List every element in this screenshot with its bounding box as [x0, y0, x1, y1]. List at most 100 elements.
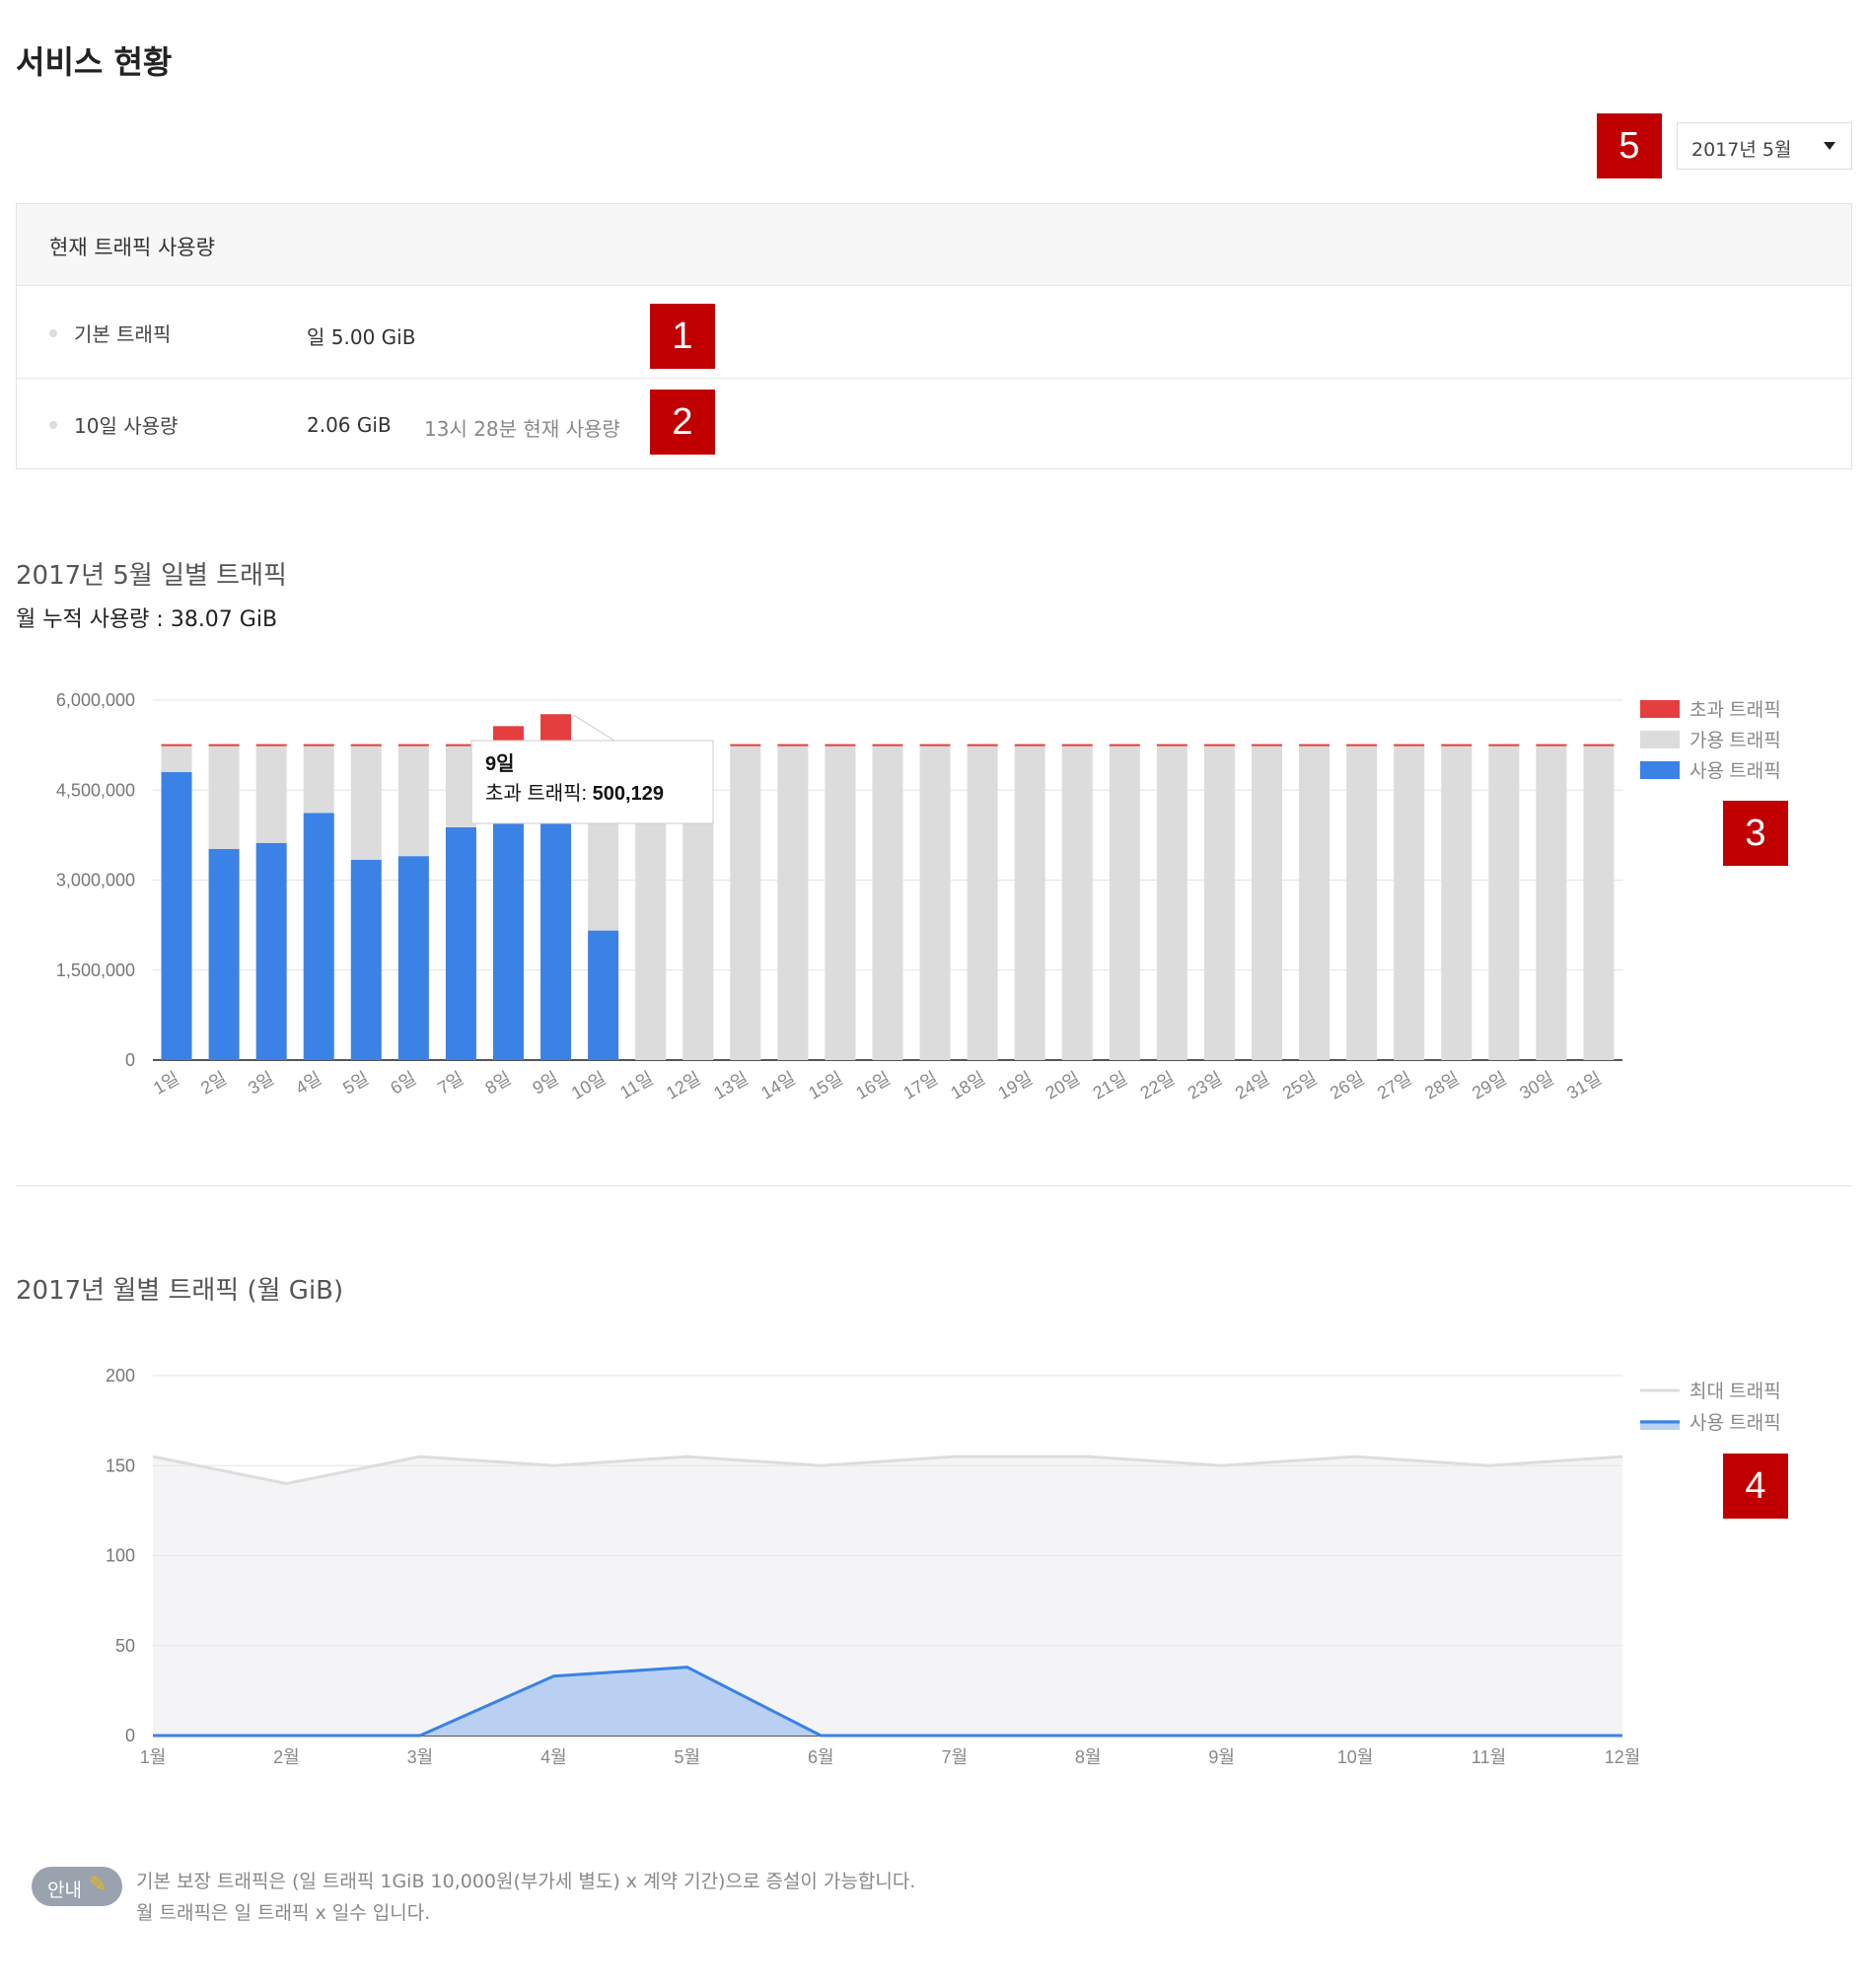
x-tick-label: 28일: [1421, 1068, 1463, 1103]
bar-segment: [1299, 745, 1330, 1060]
x-tick-label: 1월: [140, 1747, 167, 1767]
x-tick-label: 22일: [1137, 1068, 1179, 1103]
marker-4: 4: [1723, 1454, 1788, 1519]
legend-label: 최대 트래픽: [1689, 1381, 1781, 1402]
bar-segment: [1061, 745, 1093, 1060]
marker-2: 2: [650, 390, 715, 455]
bar-segment: [1252, 745, 1283, 1060]
y-tick-label: 200: [106, 1366, 135, 1385]
legend-swatch: [1640, 761, 1680, 779]
bar-segment: [1536, 745, 1567, 1060]
daily-usage-row: 10일 사용량 2.06 GiB 13시 28분 현재 사용량: [17, 379, 1851, 470]
x-tick-label: 11일: [616, 1068, 657, 1102]
bar-segment: [1156, 745, 1187, 1060]
x-tick-label: 8일: [481, 1068, 514, 1099]
bullet-icon: [49, 421, 57, 429]
bar-segment: [303, 813, 334, 1060]
x-tick-label: 7월: [941, 1747, 968, 1767]
x-tick-label: 21일: [1090, 1068, 1131, 1103]
bar-segment: [255, 842, 287, 1060]
bar-segment: [1488, 745, 1520, 1060]
x-tick-label: 25일: [1279, 1068, 1321, 1103]
x-tick-label: 16일: [852, 1068, 894, 1103]
bar-segment: [397, 856, 429, 1060]
row-note: 13시 28분 현재 사용량: [424, 417, 620, 441]
bar-segment: [1014, 745, 1045, 1060]
section-divider: [16, 1185, 1852, 1186]
x-tick-label: 9월: [1208, 1747, 1235, 1767]
marker-5: 5: [1597, 113, 1662, 178]
page-title: 서비스 현황: [16, 43, 173, 81]
x-tick-label: 9일: [530, 1068, 562, 1099]
row-value: 2.06 GiB: [307, 413, 392, 437]
bar-segment: [303, 745, 334, 814]
y-tick-label: 100: [106, 1546, 135, 1566]
notice-badge: 안내 ✎: [32, 1867, 122, 1906]
bar-segment: [588, 930, 619, 1060]
x-tick-label: 2일: [197, 1068, 230, 1099]
bar-segment: [1346, 745, 1378, 1060]
bar-segment: [397, 745, 429, 857]
y-tick-label: 4,500,000: [56, 780, 135, 800]
x-tick-label: 12일: [663, 1068, 704, 1103]
legend-label: 초과 트래픽: [1689, 699, 1781, 721]
marker-1: 1: [650, 304, 715, 369]
row-value: 일 5.00 GiB: [307, 325, 416, 349]
x-tick-label: 3일: [245, 1068, 277, 1099]
month-select[interactable]: 2017년 5월: [1677, 122, 1852, 170]
daily-traffic-chart: 6,000,000 4,500,000 3,000,000 1,500,000 0 1일 2…: [56, 690, 1781, 1103]
x-tick-label: 31일: [1563, 1068, 1605, 1103]
y-tick-label: 6,000,000: [56, 690, 135, 710]
legend-swatch: [1640, 731, 1680, 748]
bar-segment: [255, 745, 287, 843]
x-tick-label: 27일: [1374, 1068, 1415, 1103]
row-label: 10일 사용량: [74, 414, 179, 438]
chevron-down-icon: [1824, 142, 1835, 150]
x-tick-label: 30일: [1516, 1068, 1557, 1103]
y-tick-label: 1,500,000: [56, 960, 135, 980]
marker-3: 3: [1723, 801, 1788, 866]
tooltip-label: 초과 트래픽:: [485, 782, 593, 805]
x-tick-label: 6월: [808, 1747, 834, 1767]
x-tick-label: 23일: [1185, 1068, 1226, 1103]
notice-badge-label: 안내: [47, 1880, 82, 1901]
x-tick-label: 29일: [1469, 1068, 1510, 1103]
tooltip-value: 초과 트래픽: 500,129: [485, 782, 664, 805]
bar-segment: [967, 745, 998, 1060]
x-tick-label: 3월: [407, 1747, 434, 1767]
x-tick-label: 18일: [947, 1068, 988, 1103]
bar-segment: [1583, 745, 1615, 1060]
x-tick-label: 11월: [1472, 1747, 1506, 1767]
monthly-traffic-chart: 200 150 100 50 0 1월 2월 3월 4월 5월 6월 7월 8월 9월 10월 11월 12월 최…: [106, 1366, 1781, 1767]
max-traffic-area: [153, 1456, 1622, 1736]
x-tick-label: 4일: [292, 1068, 324, 1099]
bar-segment: [872, 745, 903, 1060]
y-tick-label: 3,000,000: [56, 871, 135, 890]
monthly-chart-title: 2017년 월별 트래픽 (월 GiB): [16, 1276, 344, 1306]
row-label: 기본 트래픽: [74, 322, 172, 346]
notice-line: 기본 보장 트래픽은 (일 트래픽 1GiB 10,000원(부가세 별도) x…: [136, 1871, 916, 1892]
card-title: 현재 트래픽 사용량: [49, 236, 215, 259]
notice-line: 월 트래픽은 일 트래픽 x 일수 입니다.: [136, 1902, 431, 1924]
month-select-value: 2017년 5월: [1691, 139, 1792, 161]
bar-segment: [350, 745, 382, 860]
bar-segment: [777, 745, 809, 1060]
x-tick-label: 6일: [387, 1068, 419, 1099]
bar-segment: [208, 745, 240, 849]
legend-label: 사용 트래픽: [1689, 760, 1781, 782]
x-tick-label: 26일: [1327, 1068, 1368, 1103]
x-tick-label: 4월: [540, 1747, 567, 1767]
bar-segment: [492, 818, 524, 1060]
x-tick-label: 1일: [150, 1068, 182, 1099]
bar-segment: [161, 772, 192, 1060]
y-tick-label: 150: [106, 1456, 135, 1475]
tooltip-title: 9일: [485, 752, 515, 775]
x-tick-label: 5월: [675, 1747, 701, 1767]
bar-segment: [540, 818, 572, 1060]
legend-label: 가용 트래픽: [1689, 730, 1781, 751]
bar-segment: [350, 859, 382, 1060]
traffic-usage-card: 현재 트래픽 사용량 기본 트래픽 일 5.00 GiB 10일 사용량 2.0…: [16, 203, 1852, 469]
bar-segment: [1441, 745, 1473, 1060]
x-tick-label: 14일: [757, 1068, 799, 1103]
x-tick-label: 10월: [1337, 1747, 1374, 1767]
